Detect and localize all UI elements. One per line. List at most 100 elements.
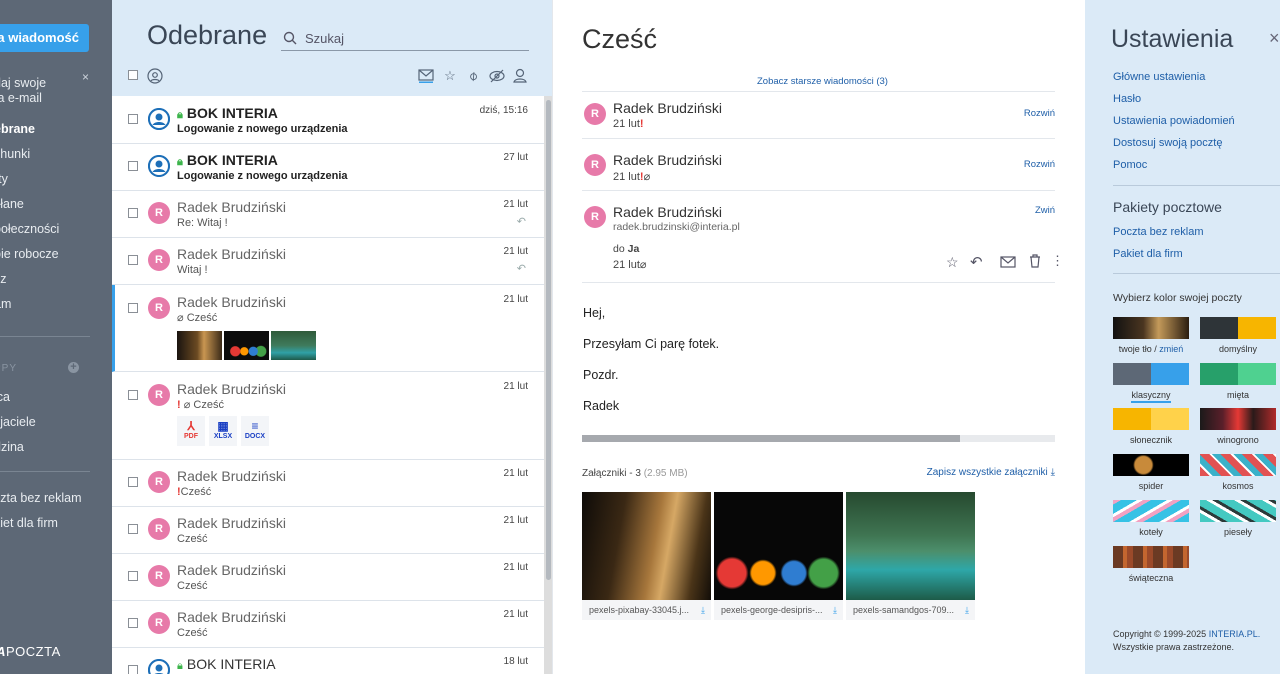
row-checkbox[interactable] xyxy=(128,255,138,265)
message-row[interactable]: 🔒︎ BOK INTERIA Logowanie z nowego urządze… xyxy=(112,96,544,144)
expand-link[interactable]: Rozwiń xyxy=(1024,159,1055,170)
search-input[interactable]: Szukaj xyxy=(281,25,529,51)
pdf-file-icon[interactable]: ⅄ PDF xyxy=(177,416,205,446)
interia-logo[interactable]: IAPOCZTA xyxy=(0,644,61,659)
older-messages-link[interactable]: Zobacz starsze wiadomości (3) xyxy=(757,76,888,87)
row-checkbox[interactable] xyxy=(128,208,138,218)
theme-swatch-sunflower[interactable] xyxy=(1113,408,1189,430)
folder-inbox[interactable]: ebrane xyxy=(0,122,35,136)
list-scrollbar[interactable] xyxy=(544,96,552,674)
row-checkbox[interactable] xyxy=(128,114,138,124)
more-icon[interactable]: ⋮ xyxy=(1051,253,1064,269)
thread-message-collapsed[interactable]: R Radek Brudziński 21 lut!⌀ Rozwiń xyxy=(582,138,1055,190)
contacts-filter-icon[interactable] xyxy=(513,68,527,83)
theme-swatch-custom[interactable] xyxy=(1113,317,1189,339)
settings-link-customize[interactable]: Dostosuj swoją pocztę xyxy=(1113,137,1222,149)
row-checkbox[interactable] xyxy=(128,303,138,313)
select-all-checkbox[interactable] xyxy=(128,70,138,80)
star-icon[interactable]: ☆ xyxy=(946,254,959,271)
close-icon[interactable]: × xyxy=(1269,28,1280,49)
attachment-filter-icon[interactable]: ⌀ xyxy=(462,65,485,88)
lion-image[interactable] xyxy=(582,492,711,600)
theme-swatch-default[interactable] xyxy=(1200,317,1276,339)
interia-link[interactable]: INTERIA.PL. xyxy=(1209,629,1261,639)
unread-filter-icon[interactable] xyxy=(418,69,434,83)
forward-icon[interactable] xyxy=(1000,256,1016,268)
trash-icon[interactable] xyxy=(1029,254,1041,268)
theme-swatch-space[interactable] xyxy=(1200,454,1276,476)
folder-offers[interactable]: rty xyxy=(0,172,8,186)
row-checkbox[interactable] xyxy=(128,665,138,674)
message-row[interactable]: R Radek Brudziński Cześć 21 lut xyxy=(112,554,544,601)
theme-swatch-mint[interactable] xyxy=(1200,363,1276,385)
row-checkbox[interactable] xyxy=(128,571,138,581)
drinks-thumbnail[interactable] xyxy=(224,331,269,360)
row-checkbox[interactable] xyxy=(128,161,138,171)
docx-file-icon[interactable]: ≡ DOCX xyxy=(241,416,269,446)
settings-link-notifications[interactable]: Ustawienia powiadomień xyxy=(1113,115,1235,127)
theme-swatch-cats[interactable] xyxy=(1113,500,1189,522)
sender-avatar: R xyxy=(148,202,170,224)
settings-link-help[interactable]: Pomoc xyxy=(1113,159,1147,171)
package-no-ads-link[interactable]: Poczta bez reklam xyxy=(1113,226,1203,238)
message-row[interactable]: R Radek Brudziński Witaj ! 21 lut ↶ xyxy=(112,238,544,285)
subject-text: Cześć xyxy=(186,312,218,324)
unread-eye-icon[interactable] xyxy=(489,69,505,83)
lion-thumbnail[interactable] xyxy=(177,331,222,360)
row-checkbox[interactable] xyxy=(128,477,138,487)
add-group-icon[interactable]: + xyxy=(68,362,79,373)
message-row[interactable]: R Radek Brudziński Cześć 21 lut xyxy=(112,601,544,648)
folder-social[interactable]: połeczności xyxy=(0,222,59,236)
folder-accounts[interactable]: chunki xyxy=(0,147,30,161)
settings-link-main[interactable]: Główne ustawienia xyxy=(1113,71,1205,83)
row-checkbox[interactable] xyxy=(128,618,138,628)
folder-spam[interactable]: am xyxy=(0,297,11,311)
folder-sent[interactable]: słane xyxy=(0,197,24,211)
folder-drafts[interactable]: pie robocze xyxy=(0,247,59,261)
drinks-image[interactable] xyxy=(714,492,843,600)
promo-close-icon[interactable]: × xyxy=(82,70,89,84)
thread-message-collapsed[interactable]: R Radek Brudziński 21 lut! Rozwiń xyxy=(582,91,1055,138)
row-checkbox[interactable] xyxy=(128,390,138,400)
expand-link[interactable]: Rozwiń xyxy=(1024,108,1055,119)
sidebar-business[interactable]: kiet dla firm xyxy=(0,516,58,530)
group-friends[interactable]: yjaciele xyxy=(0,415,36,429)
message-row-selected[interactable]: R Radek Brudziński ⌀ Cześć 21 lut xyxy=(112,285,544,372)
group-work[interactable]: ica xyxy=(0,390,10,404)
attachment-card[interactable]: pexels-samandgos-709... ⤓ xyxy=(846,492,975,620)
attachment-card[interactable]: pexels-pixabay-33045.j... ⤓ xyxy=(582,492,711,620)
settings-link-password[interactable]: Hasło xyxy=(1113,93,1141,105)
mentions-icon[interactable] xyxy=(147,68,163,84)
attachment-card[interactable]: pexels-george-desipris-... ⤓ xyxy=(714,492,843,620)
star-filter-icon[interactable]: ☆ xyxy=(442,68,458,84)
reply-icon[interactable]: ↶ xyxy=(970,253,983,271)
theme-swatch-grape[interactable] xyxy=(1200,408,1276,430)
message-row[interactable]: R Radek Brudziński ! ⌀ Cześć 21 lut ⅄ PDF… xyxy=(112,372,544,460)
xlsx-file-icon[interactable]: ▦ XLSX xyxy=(209,416,237,446)
folder-trash[interactable]: sz xyxy=(0,272,7,286)
river-thumbnail[interactable] xyxy=(271,331,316,360)
theme-swatch-classic[interactable] xyxy=(1113,363,1189,385)
message-row[interactable]: 🔒︎ BOK INTERIA Logowanie z nowego urządze… xyxy=(112,144,544,191)
river-image[interactable] xyxy=(846,492,975,600)
sidebar-no-ads[interactable]: czta bez reklam xyxy=(0,491,82,505)
theme-swatch-christmas[interactable] xyxy=(1113,546,1189,568)
download-icon[interactable]: ⤓ xyxy=(965,600,969,620)
message-row[interactable]: R Radek Brudziński Cześć 21 lut xyxy=(112,507,544,554)
message-row[interactable]: R Radek Brudziński !Cześć 21 lut xyxy=(112,460,544,507)
theme-swatch-spider[interactable] xyxy=(1113,454,1189,476)
download-icon[interactable]: ⤓ xyxy=(833,600,837,620)
row-checkbox[interactable] xyxy=(128,524,138,534)
theme-swatch-dogs[interactable] xyxy=(1200,500,1276,522)
download-icon[interactable]: ⤓ xyxy=(701,600,705,620)
change-background-link[interactable]: zmień xyxy=(1159,344,1183,354)
new-message-button[interactable]: wa wiadomość xyxy=(0,24,89,52)
promo-text[interactable]: daj swoje ta e-mail xyxy=(0,76,84,106)
collapse-link[interactable]: Zwiń xyxy=(1035,205,1055,216)
package-business-link[interactable]: Pakiet dla firm xyxy=(1113,248,1183,260)
message-row[interactable]: 🔒︎ BOK INTERIA 18 lut xyxy=(112,648,544,674)
group-family[interactable]: dzina xyxy=(0,440,24,454)
scrollbar-thumb[interactable] xyxy=(546,100,551,580)
save-all-attachments-link[interactable]: Zapisz wszystkie załączniki ⤓ xyxy=(927,467,1055,478)
message-row[interactable]: R Radek Brudziński Re: Witaj ! 21 lut ↶ xyxy=(112,191,544,238)
